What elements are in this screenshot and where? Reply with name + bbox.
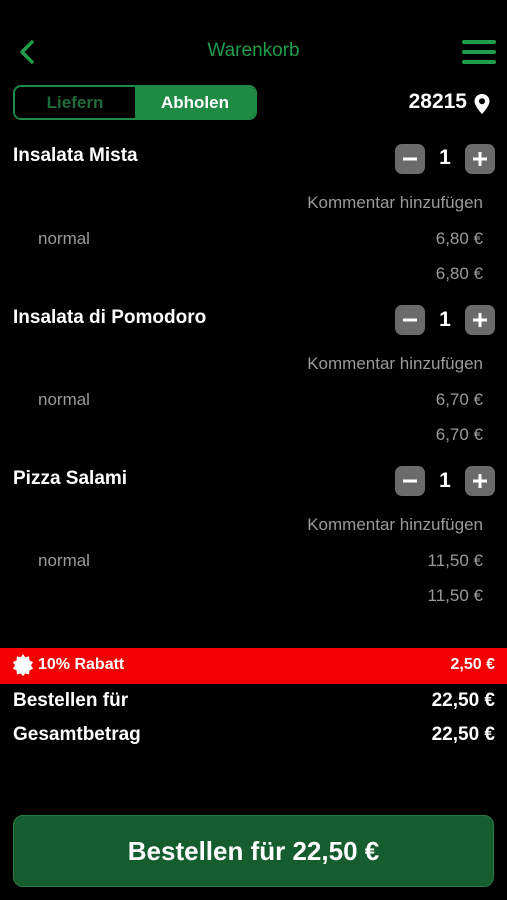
- decrease-quantity-button[interactable]: [395, 144, 425, 174]
- hamburger-menu-icon[interactable]: [462, 40, 496, 64]
- item-name: Insalata Mista: [13, 145, 138, 166]
- delivery-mode-toggle: Liefern Abholen: [13, 85, 257, 120]
- quantity-value: 1: [439, 469, 451, 492]
- item-total: 6,70 €: [435, 425, 483, 444]
- minus-icon: [403, 157, 417, 161]
- item-variant: normal: [38, 551, 90, 570]
- item-variant: normal: [38, 390, 90, 409]
- order-for-value: 22,50 €: [431, 690, 495, 711]
- add-comment-link[interactable]: Kommentar hinzufügen: [307, 193, 483, 213]
- add-comment-link[interactable]: Kommentar hinzufügen: [307, 354, 483, 374]
- discount-value: 2,50 €: [450, 656, 495, 673]
- item-name: Pizza Salami: [13, 468, 128, 489]
- decrease-quantity-button[interactable]: [395, 305, 425, 335]
- item-variant: normal: [38, 229, 90, 248]
- tab-liefern[interactable]: Liefern: [15, 87, 135, 118]
- add-comment-link[interactable]: Kommentar hinzufügen: [307, 515, 483, 535]
- plus-icon: [473, 152, 487, 166]
- item-total: 6,80 €: [435, 264, 483, 283]
- increase-quantity-button[interactable]: [465, 466, 495, 496]
- discount-label: 10% Rabatt: [38, 656, 125, 673]
- plus-icon: [473, 474, 487, 488]
- quantity-value: 1: [439, 146, 451, 169]
- page-title: Warenkorb: [207, 40, 300, 61]
- order-for-label: Bestellen für: [13, 690, 129, 711]
- tab-abholen[interactable]: Abholen: [135, 87, 255, 118]
- total-label: Gesamtbetrag: [13, 724, 141, 745]
- item-name: Insalata di Pomodoro: [13, 307, 207, 328]
- plus-icon: [473, 313, 487, 327]
- place-order-button[interactable]: Bestellen für 22,50 €: [13, 815, 494, 887]
- increase-quantity-button[interactable]: [465, 144, 495, 174]
- minus-icon: [403, 479, 417, 483]
- zip-code[interactable]: 28215: [409, 90, 467, 114]
- quantity-value: 1: [439, 308, 451, 331]
- item-total: 11,50 €: [427, 586, 483, 605]
- variant-price: 6,70 €: [435, 390, 483, 409]
- variant-price: 6,80 €: [435, 229, 483, 248]
- discount-badge-icon: [12, 654, 34, 676]
- minus-icon: [403, 318, 417, 322]
- map-pin-icon[interactable]: [473, 93, 491, 115]
- decrease-quantity-button[interactable]: [395, 466, 425, 496]
- increase-quantity-button[interactable]: [465, 305, 495, 335]
- total-value: 22,50 €: [431, 724, 495, 745]
- variant-price: 11,50 €: [427, 551, 483, 570]
